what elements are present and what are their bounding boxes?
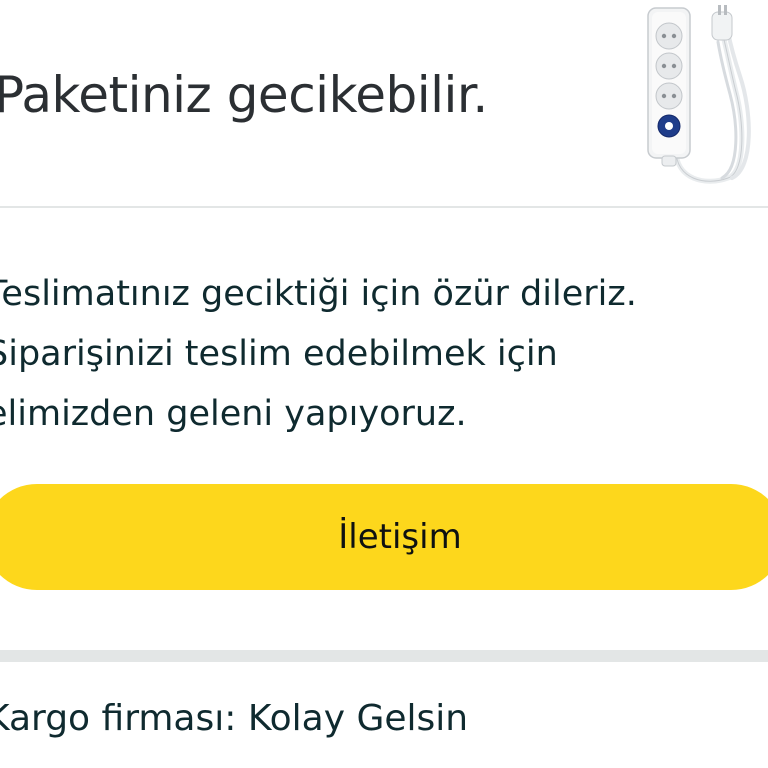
delay-message: Teslimatınız geciktiği için özür dileriz… — [0, 264, 766, 444]
section-divider — [0, 650, 768, 662]
contact-button[interactable]: İletişim — [0, 484, 768, 590]
delivery-delay-page: Paketiniz gecikebilir. Teslimatınız geci… — [0, 0, 768, 768]
product-image[interactable] — [636, 2, 762, 188]
delay-message-line: Siparişinizi teslim edebilmek için — [0, 334, 558, 374]
delay-message-line: Teslimatınız geciktiği için özür dileriz… — [0, 274, 637, 314]
contact-button-label: İletişim — [338, 517, 462, 557]
header-divider — [0, 206, 768, 208]
carrier-info: Kargo firması: Kolay Gelsin — [0, 698, 469, 739]
page-title: Paketiniz gecikebilir. — [0, 66, 488, 124]
delay-message-line: elimizden geleni yapıyoruz. — [0, 394, 467, 434]
header: Paketiniz gecikebilir. — [0, 0, 768, 206]
